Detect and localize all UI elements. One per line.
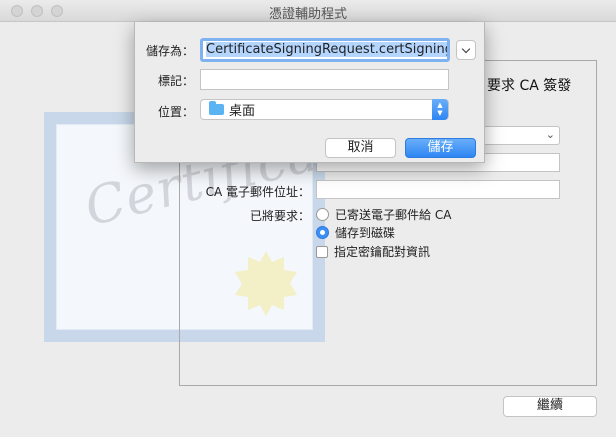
option-email-ca[interactable]: 已寄送電子郵件給 CA (316, 206, 451, 223)
save-as-value: CertificateSigningRequest.certSigningRe (206, 42, 447, 57)
radio-save-disk[interactable] (316, 226, 329, 239)
save-button[interactable]: 儲存 (405, 138, 476, 158)
checkbox-specify-keypair[interactable] (316, 245, 328, 258)
folder-icon (209, 101, 224, 115)
popup-stepper-icon: ▲ ▼ (432, 99, 448, 120)
option-specify-keypair[interactable]: 指定密鑰配對資訊 (316, 243, 430, 260)
option-email-ca-label: 已寄送電子郵件給 CA (335, 208, 452, 222)
where-label: 位置： (157, 105, 194, 119)
chevron-down-icon: ⌄ (545, 128, 555, 141)
option-save-disk[interactable]: 儲存到磁碟 (316, 224, 395, 241)
ca-email-field[interactable] (316, 180, 560, 199)
save-as-label: 儲存為： (145, 44, 194, 58)
where-value: 桌面 (229, 104, 256, 119)
title-bar: 憑證輔助程式 (0, 0, 616, 22)
radio-email-ca[interactable] (316, 208, 329, 221)
expand-dialog-button[interactable] (456, 40, 476, 60)
cancel-button[interactable]: 取消 (325, 138, 396, 158)
save-as-field[interactable]: CertificateSigningRequest.certSigningRe (200, 38, 450, 62)
option-save-disk-label: 儲存到磁碟 (335, 226, 396, 240)
ca-email-label: CA 電子郵件位址： (205, 185, 310, 199)
tags-field[interactable] (200, 69, 449, 90)
tags-label: 標記： (157, 74, 194, 88)
continue-button[interactable]: 繼續 (503, 396, 597, 417)
window-title: 憑證輔助程式 (268, 7, 347, 22)
request-label: 已將要求： (249, 209, 310, 223)
option-specify-keypair-label: 指定密鑰配對資訊 (334, 245, 431, 259)
where-popup[interactable]: 桌面 ▲ ▼ (200, 99, 449, 120)
panel-heading: 要求 CA 簽發 (487, 78, 572, 94)
